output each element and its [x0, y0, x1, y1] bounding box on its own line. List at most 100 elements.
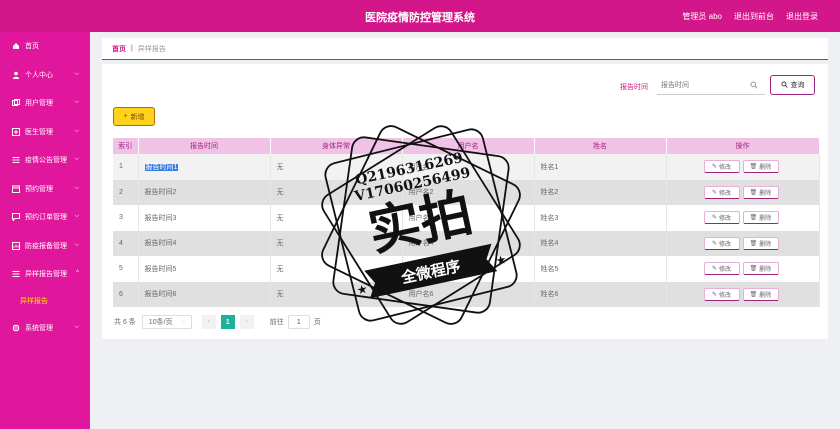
chevron-down-icon: ⌵: [74, 241, 79, 248]
delete-button-label: 删除: [759, 216, 772, 223]
edit-icon: ✎: [711, 189, 717, 196]
prev-page-button[interactable]: ‹: [201, 315, 216, 329]
sidebar-item-doctor-management[interactable]: 医生管理 ⌵: [0, 118, 90, 147]
row-actions: ✎ 修改 🗑 删除: [666, 154, 820, 180]
column-header-name: 姓名: [534, 138, 667, 154]
edit-button[interactable]: ✎ 修改: [703, 185, 740, 199]
delete-button[interactable]: 🗑 删除: [742, 262, 779, 276]
delete-button[interactable]: 🗑 删除: [742, 160, 779, 174]
sidebar-item-home[interactable]: 首页: [0, 32, 90, 61]
add-button-label: 新增: [130, 113, 145, 121]
sidebar-item-label: 预约订单管理: [25, 214, 67, 222]
row-name: 姓名2: [534, 179, 667, 205]
row-actions: ✎ 修改 🗑 删除: [666, 179, 820, 205]
admin-user-label: 管理员 abo: [682, 12, 722, 21]
chevron-down-icon: ⌵: [74, 213, 79, 219]
sidebar-item-announcement-management[interactable]: 疫情公告管理 ⌵: [0, 146, 90, 175]
delete-button-label: 删除: [759, 165, 772, 172]
search-label: 报告时间: [620, 84, 648, 91]
user-icon: [11, 70, 20, 79]
delete-button[interactable]: 🗑 删除: [742, 211, 779, 225]
page-size-select[interactable]: 10条/页 ⌵: [141, 315, 192, 329]
edit-button-label: 修改: [719, 267, 732, 274]
edit-button-label: 修改: [719, 292, 732, 299]
query-button-label: 查询: [790, 82, 805, 89]
query-button[interactable]: 查询: [770, 75, 815, 95]
edit-button-label: 修改: [719, 216, 732, 223]
watermark-stamp: Q2196316269 V17060256499 实拍 全微程序 ★ ★: [321, 125, 521, 325]
edit-button-label: 修改: [719, 241, 732, 248]
edit-button[interactable]: ✎ 修改: [703, 211, 740, 225]
breadcrumb: 首页 | 异样报告: [102, 38, 828, 60]
row-actions: ✎ 修改 🗑 删除: [666, 205, 820, 231]
sidebar-item-system-management[interactable]: 系统管理 ⌵: [0, 314, 90, 343]
list-icon: [11, 156, 20, 165]
column-header-report-time: 报告时间: [138, 138, 271, 154]
goto-label: 前往: [269, 319, 284, 326]
chevron-left-icon: ‹: [207, 319, 210, 325]
edit-button[interactable]: ✎ 修改: [703, 262, 740, 276]
row-report-time: 报告时间3: [138, 205, 271, 231]
row-actions: ✎ 修改 🗑 删除: [666, 230, 820, 256]
menu-icon: [11, 270, 20, 279]
doctor-icon: [11, 127, 20, 136]
row-name: 姓名4: [534, 230, 667, 256]
report-time-search-input[interactable]: [657, 77, 765, 95]
row-index: 2: [113, 179, 139, 205]
calendar-icon: [11, 184, 20, 193]
edit-button[interactable]: ✎ 修改: [703, 160, 740, 174]
breadcrumb-home[interactable]: 首页: [112, 44, 126, 54]
chevron-down-icon: ⌵: [74, 99, 79, 105]
report-icon: [11, 241, 20, 250]
plus-icon: +: [123, 113, 128, 120]
sidebar-item-user-management[interactable]: 用户管理 ⌵: [0, 89, 90, 118]
exit-to-front-link[interactable]: 退出到前台: [734, 11, 774, 22]
sidebar-subitem-abnormal-report[interactable]: 异样报告: [0, 289, 90, 314]
sidebar-item-appointment-management[interactable]: 预约管理 ⌵: [0, 175, 90, 204]
delete-button-label: 删除: [759, 292, 772, 299]
page-number-button[interactable]: 1: [220, 315, 235, 329]
sidebar-item-personal-center[interactable]: 个人中心 ⌵: [0, 61, 90, 90]
delete-button[interactable]: 🗑 删除: [742, 287, 779, 301]
column-header-index: 索引: [113, 138, 139, 154]
column-header-actions: 操作: [666, 138, 820, 154]
logout-link[interactable]: 退出登录: [786, 11, 818, 22]
next-page-button[interactable]: ›: [239, 315, 254, 329]
sidebar-item-abnormal-report-management[interactable]: 异样报告管理 ^: [0, 260, 90, 289]
edit-icon: ✎: [711, 164, 717, 171]
goto-page-input[interactable]: [287, 315, 310, 329]
add-button[interactable]: + 新增: [113, 107, 155, 126]
delete-button[interactable]: 🗑 删除: [742, 185, 779, 199]
sidebar-item-epidemic-report-management[interactable]: 防疫报备管理 ⌵: [0, 232, 90, 261]
row-actions: ✎ 修改 🗑 删除: [666, 256, 820, 282]
chevron-down-icon: ⌵: [74, 70, 79, 77]
row-report-time: 报告时间5: [138, 256, 271, 282]
row-index: 1: [113, 154, 139, 180]
edit-icon: ✎: [711, 215, 717, 222]
row-actions: ✎ 修改 🗑 删除: [666, 281, 820, 307]
row-name: 姓名5: [534, 256, 667, 282]
edit-button[interactable]: ✎ 修改: [703, 287, 740, 301]
trash-icon: 🗑: [749, 240, 758, 247]
row-report-time: 报告时间1: [138, 154, 271, 180]
sidebar-item-appointment-order-management[interactable]: 预约订单管理 ⌵: [0, 203, 90, 232]
edit-button-label: 修改: [719, 190, 732, 197]
chevron-down-icon: ⌵: [74, 127, 79, 134]
sidebar-item-label: 首页: [25, 43, 39, 51]
sidebar-item-label: 用户管理: [25, 100, 53, 108]
pagination: 共 6 条 10条/页 ⌵ ‹ 1 › 前往 页: [114, 315, 321, 329]
edit-button[interactable]: ✎ 修改: [703, 236, 740, 250]
row-name: 姓名1: [534, 154, 667, 180]
sidebar-item-label: 异样报告管理: [25, 271, 67, 279]
edit-icon: ✎: [711, 240, 717, 247]
delete-button-label: 删除: [759, 267, 772, 274]
sidebar-item-label: 预约管理: [25, 185, 53, 193]
row-index: 5: [113, 256, 139, 282]
delete-button-label: 删除: [759, 241, 772, 248]
sidebar-item-label: 个人中心: [25, 71, 53, 79]
home-icon: [11, 42, 20, 51]
breadcrumb-separator: |: [131, 45, 133, 52]
trash-icon: 🗑: [749, 189, 758, 196]
delete-button[interactable]: 🗑 删除: [742, 236, 779, 250]
row-index: 3: [113, 205, 139, 231]
